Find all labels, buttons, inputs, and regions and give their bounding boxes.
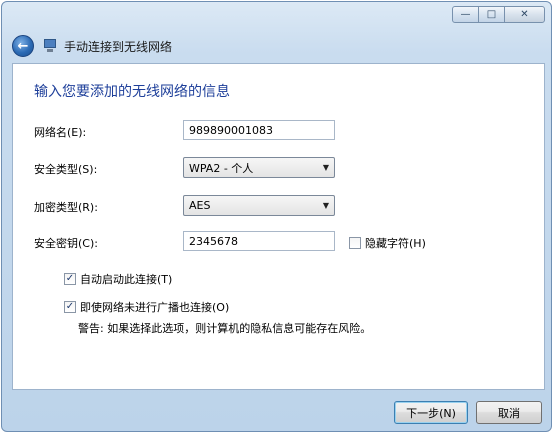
hide-characters-label: 隐藏字符(H) bbox=[365, 237, 426, 250]
caption-buttons: — □ ✕ bbox=[452, 6, 545, 23]
network-name-label: 网络名(E): bbox=[34, 126, 87, 139]
privacy-warning: 警告: 如果选择此选项，则计算机的隐私信息可能存在风险。 bbox=[78, 322, 372, 335]
next-button[interactable]: 下一步(N) bbox=[394, 401, 468, 424]
maximize-icon: □ bbox=[486, 9, 497, 20]
security-type-value: WPA2 - 个人 bbox=[189, 161, 254, 175]
chevron-down-icon: ▼ bbox=[322, 163, 329, 172]
close-icon: ✕ bbox=[520, 9, 529, 20]
auto-connect-option[interactable]: ✓ 自动启动此连接(T) bbox=[64, 271, 172, 287]
connect-hidden-label: 即使网络未进行广播也连接(O) bbox=[80, 301, 230, 314]
chevron-down-icon: ▼ bbox=[322, 201, 329, 210]
check-icon: ✓ bbox=[65, 301, 75, 312]
security-key-label: 安全密钥(C): bbox=[34, 237, 98, 250]
security-type-label: 安全类型(S): bbox=[34, 163, 98, 176]
connect-hidden-checkbox[interactable]: ✓ bbox=[64, 301, 76, 313]
auto-connect-label: 自动启动此连接(T) bbox=[80, 273, 173, 286]
back-button[interactable]: ← bbox=[12, 35, 34, 57]
dialog-window: — □ ✕ ← 手动连接到无线网络 输入您要添加的无线网络的信息 网络名(E):… bbox=[1, 1, 552, 432]
back-arrow-icon: ← bbox=[17, 38, 29, 54]
nav-bar: ← 手动连接到无线网络 bbox=[12, 35, 172, 57]
content-pane: 输入您要添加的无线网络的信息 网络名(E): 989890001083 安全类型… bbox=[12, 63, 545, 390]
page-heading: 输入您要添加的无线网络的信息 bbox=[34, 84, 230, 100]
maximize-button[interactable]: □ bbox=[478, 6, 505, 23]
minimize-button[interactable]: — bbox=[452, 6, 479, 23]
encryption-type-value: AES bbox=[189, 199, 211, 212]
check-icon: ✓ bbox=[65, 273, 75, 284]
hide-characters-option[interactable]: 隐藏字符(H) bbox=[349, 235, 426, 251]
hide-characters-checkbox[interactable] bbox=[349, 237, 361, 249]
close-button[interactable]: ✕ bbox=[504, 6, 545, 23]
security-key-input[interactable]: 2345678 bbox=[183, 231, 335, 251]
window-title: 手动连接到无线网络 bbox=[64, 39, 173, 54]
minimize-icon: — bbox=[460, 9, 471, 20]
auto-connect-checkbox[interactable]: ✓ bbox=[64, 273, 76, 285]
encryption-type-select[interactable]: AES ▼ bbox=[183, 195, 335, 216]
cancel-button[interactable]: 取消 bbox=[476, 401, 542, 424]
network-name-input[interactable]: 989890001083 bbox=[183, 120, 335, 140]
connect-hidden-option[interactable]: ✓ 即使网络未进行广播也连接(O) bbox=[64, 299, 229, 315]
encryption-type-label: 加密类型(R): bbox=[34, 201, 98, 214]
security-type-select[interactable]: WPA2 - 个人 ▼ bbox=[183, 157, 335, 178]
network-icon bbox=[42, 38, 58, 54]
